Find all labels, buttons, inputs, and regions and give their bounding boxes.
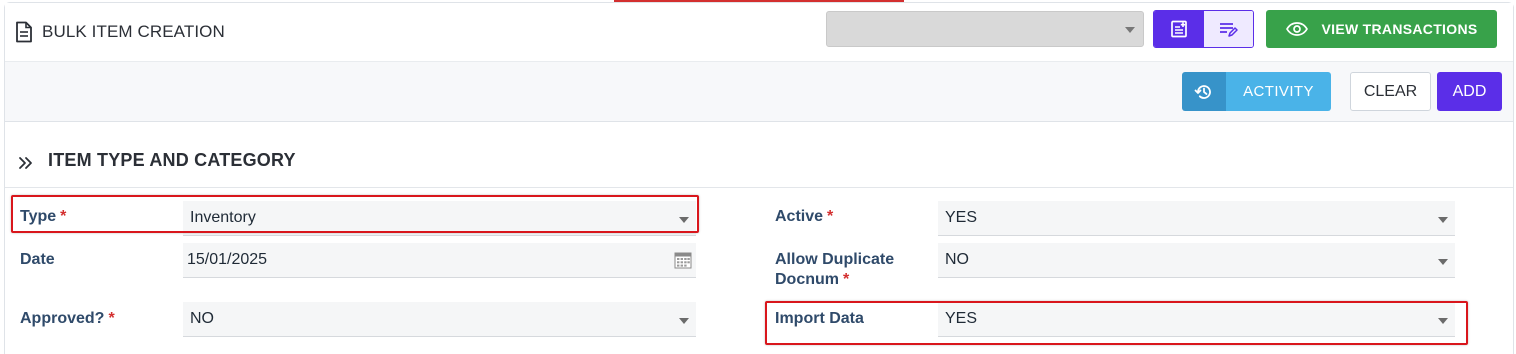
import-data-highlight-box (765, 301, 1468, 345)
add-note-icon (1170, 20, 1187, 38)
approved-select[interactable]: NO (183, 302, 696, 337)
edit-list-icon (1220, 23, 1238, 37)
chevron-down-icon (679, 318, 689, 324)
section-title: ITEM TYPE AND CATEGORY (48, 150, 296, 170)
calendar-icon[interactable] (674, 251, 692, 274)
header-record-select[interactable] (826, 11, 1144, 47)
chevron-down-icon (1438, 217, 1448, 223)
type-highlight-box (11, 195, 699, 233)
allow-duplicate-docnum-label: Allow Duplicate Docnum * (775, 251, 895, 288)
activity-label: ACTIVITY (1226, 72, 1331, 111)
active-value: YES (945, 209, 978, 226)
activity-button[interactable]: ACTIVITY (1182, 72, 1331, 111)
allow-duplicate-docnum-select[interactable]: NO (938, 243, 1455, 278)
date-label: Date (20, 251, 55, 268)
add-note-button[interactable] (1154, 11, 1204, 47)
date-value: 15/01/2025 (187, 251, 268, 268)
chevron-down-icon (1438, 259, 1448, 265)
view-transactions-label: VIEW TRANSACTIONS (1321, 21, 1478, 37)
approved-value: NO (190, 310, 214, 327)
chevron-down-icon (1125, 27, 1135, 33)
edit-list-button[interactable] (1203, 11, 1253, 47)
document-icon (14, 21, 34, 43)
add-button[interactable]: ADD (1437, 72, 1502, 111)
active-label: Active * (775, 208, 834, 225)
date-field[interactable]: 15/01/2025 (183, 243, 696, 278)
page-title: BULK ITEM CREATION (14, 21, 225, 43)
page-title-text: BULK ITEM CREATION (42, 22, 225, 41)
double-chevron-right-icon (19, 156, 32, 169)
allow-duplicate-value: NO (945, 251, 969, 268)
required-marker: * (108, 310, 115, 327)
action-toolbar: ACTIVITY CLEAR ADD (5, 62, 1513, 122)
eye-icon (1285, 22, 1308, 36)
active-select[interactable]: YES (938, 201, 1455, 236)
section-divider (5, 187, 1513, 188)
required-marker: * (843, 271, 850, 288)
view-transactions-button[interactable]: VIEW TRANSACTIONS (1266, 10, 1497, 48)
section-header: ITEM TYPE AND CATEGORY (18, 150, 296, 171)
clear-button[interactable]: CLEAR (1350, 72, 1431, 111)
history-icon (1182, 72, 1226, 111)
approved-label: Approved? * (20, 310, 115, 327)
view-mode-toggle (1153, 10, 1254, 48)
required-marker: * (827, 208, 834, 225)
